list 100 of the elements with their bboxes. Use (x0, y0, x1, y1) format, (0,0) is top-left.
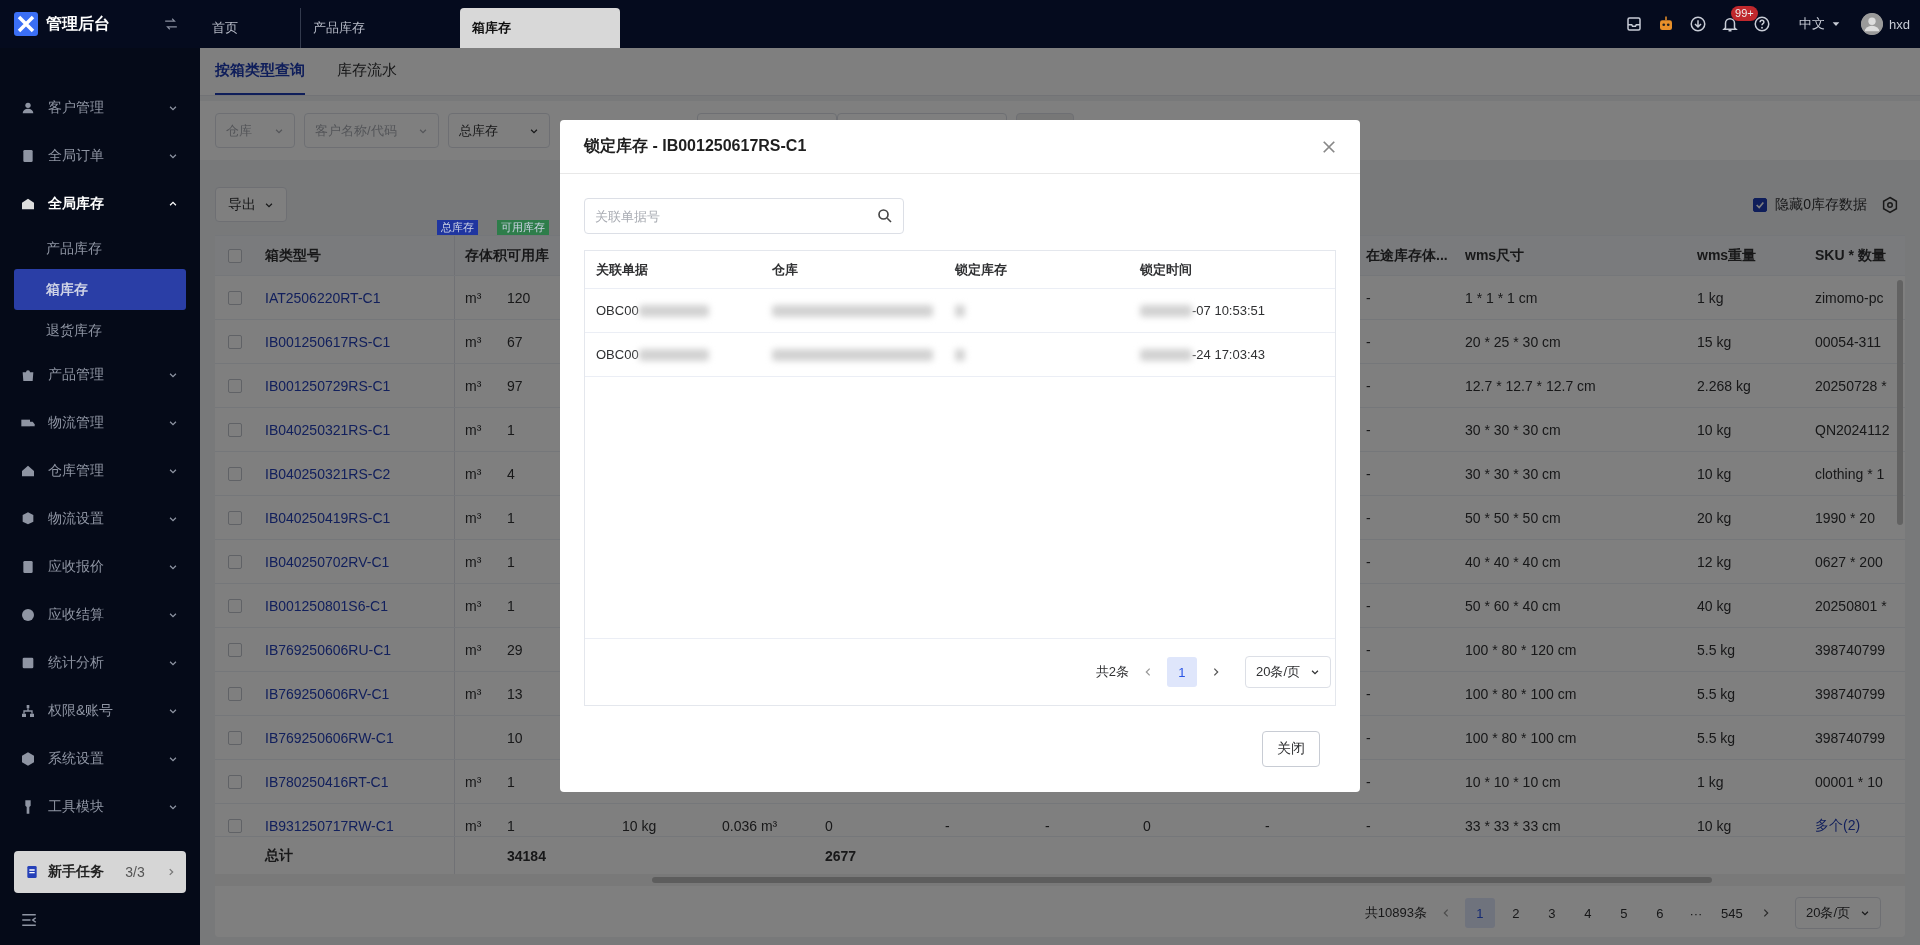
toggle-icon[interactable] (164, 17, 178, 31)
table-cell: 0.036 m³ (722, 817, 778, 834)
page-size-select[interactable]: 20条/页 (1794, 897, 1881, 929)
page-button[interactable]: 5 (1608, 898, 1639, 928)
tab[interactable]: 按箱类型查询 (215, 48, 305, 95)
blurred-text (1140, 304, 1192, 317)
menu-item[interactable]: 物流设置 (0, 495, 200, 543)
table-cell: 50 * 50 * 50 cm (1465, 509, 1561, 526)
language-dropdown[interactable]: 中文 (1793, 14, 1848, 34)
total-count: 共2条 (1095, 663, 1129, 682)
checkbox[interactable] (1753, 197, 1768, 212)
table-cell: 50 * 60 * 40 cm (1465, 597, 1561, 614)
help-icon[interactable] (1753, 15, 1772, 33)
box-type-link[interactable]: IB769250606RW-C1 (265, 729, 394, 746)
page-button[interactable]: 3 (1536, 898, 1567, 928)
scrollbar[interactable] (1897, 280, 1903, 525)
box-type-link[interactable]: IB769250606RU-C1 (265, 641, 392, 658)
table-cell: 10 * 10 * 10 cm (1465, 773, 1561, 790)
table-cell: - (1366, 333, 1371, 350)
bell-icon[interactable] (1721, 15, 1740, 33)
export-button[interactable]: 导出 (215, 187, 287, 222)
settings-icon[interactable] (1881, 195, 1899, 214)
table-cell: 30 * 30 * 30 cm (1465, 465, 1561, 482)
table-cell: 40 * 40 * 40 cm (1465, 553, 1561, 570)
table-cell: - (945, 817, 950, 834)
task-count: 3/3 (125, 863, 145, 881)
user-name[interactable]: hxd (1889, 16, 1910, 32)
blurred-text (955, 304, 965, 317)
menu-item[interactable]: 权限&账号 (0, 687, 200, 735)
box-type-link[interactable]: IB931250717RW-C1 (265, 817, 394, 834)
page-button[interactable]: 6 (1644, 898, 1675, 928)
collapse-icon[interactable] (20, 911, 38, 929)
tab[interactable]: 库存流水 (337, 48, 397, 95)
scrollbar[interactable] (652, 877, 1712, 883)
table-cell: 4 (507, 465, 515, 482)
users-icon (20, 100, 36, 116)
box-type-link[interactable]: IB040250321RS-C2 (265, 465, 391, 482)
menu-item[interactable]: 统计分析 (0, 639, 200, 687)
page-button[interactable]: 2 (1500, 898, 1531, 928)
box-type-link[interactable]: IB040250419RS-C1 (265, 509, 391, 526)
box-type-link[interactable]: IB040250702RV-C1 (265, 553, 390, 570)
table-cell: 100 * 80 * 120 cm (1465, 641, 1577, 658)
box-type-link[interactable]: IB001250729RS-C1 (265, 377, 391, 394)
menu-item[interactable]: 仓库管理 (0, 447, 200, 495)
table-cell: 20250801 * (1815, 597, 1887, 614)
table-cell: -07 10:53:51 (1192, 303, 1265, 319)
box-type-link[interactable]: IB040250321RS-C1 (265, 421, 391, 438)
table-cell: 00001 * 10 (1815, 773, 1883, 790)
page-button[interactable]: 1 (1464, 898, 1495, 928)
close-icon[interactable] (1322, 139, 1336, 154)
inbox-icon[interactable] (1625, 15, 1644, 33)
table-cell: OBC00 (596, 303, 639, 319)
page-size-select[interactable]: 20条/页 (1244, 656, 1331, 689)
table-cell: 1 (507, 421, 515, 438)
blurred-text (1140, 348, 1192, 361)
search-field[interactable]: 关联单据号 (584, 198, 904, 235)
menu-item[interactable]: 物流管理 (0, 399, 200, 447)
submenu-item[interactable]: 退货库存 (14, 310, 186, 351)
column-group-tag: 可用库存 (497, 220, 549, 235)
box-type-link[interactable]: IB001250801S6-C1 (265, 597, 388, 614)
clipboard-icon (20, 148, 36, 164)
table-cell: - (1366, 377, 1371, 394)
task-label: 新手任务 (48, 863, 104, 881)
table-cell: m³ (465, 289, 482, 306)
sku-link[interactable]: 多个(2) (1815, 816, 1861, 833)
tab[interactable]: 首页 (200, 8, 300, 48)
menu-item[interactable]: 全局订单 (0, 132, 200, 180)
submenu-item[interactable]: 产品库存 (14, 228, 186, 269)
submenu-item[interactable]: 箱库存 (14, 269, 186, 310)
menu-item[interactable]: 客户管理 (0, 84, 200, 132)
box-type-link[interactable]: IB769250606RV-C1 (265, 685, 390, 702)
menu-item[interactable]: 应收报价 (0, 543, 200, 591)
logo-icon (14, 12, 38, 36)
table-cell: - (1366, 421, 1371, 438)
checkmark-icon (1755, 199, 1766, 210)
total-cell: 34184 (507, 847, 546, 864)
box-type-link[interactable]: IB001250617RS-C1 (265, 333, 391, 350)
page-button[interactable]: ··· (1680, 898, 1711, 928)
box-type-link[interactable]: IB780250416RT-C1 (265, 773, 389, 790)
menu-item[interactable]: 工具模块 (0, 783, 200, 831)
task-card[interactable]: 新手任务 3/3 (14, 851, 186, 893)
page-button[interactable]: 545 (1716, 898, 1747, 928)
table-cell: 10 kg (1697, 421, 1732, 438)
select-field[interactable]: 总库存 (448, 113, 550, 148)
table-cell: 398740799 (1815, 685, 1886, 702)
menu-item[interactable]: 系统设置 (0, 735, 200, 783)
page-button[interactable]: 1 (1166, 657, 1197, 688)
tab[interactable]: 箱库存 (460, 8, 620, 48)
menu-item[interactable]: 全局库存 (0, 180, 200, 228)
close-button[interactable]: 关闭 (1262, 731, 1320, 768)
notification-badge: 99+ (1731, 6, 1758, 21)
table-cell: 13 (507, 685, 523, 702)
menu-item[interactable]: 应收结算 (0, 591, 200, 639)
box-type-link[interactable]: IAT2506220RT-C1 (265, 289, 381, 306)
bag-icon (20, 367, 36, 383)
avatar-icon[interactable] (1861, 13, 1884, 35)
caret-icon (1831, 19, 1842, 29)
page-button[interactable]: 4 (1572, 898, 1603, 928)
menu-item[interactable]: 产品管理 (0, 351, 200, 399)
download-icon[interactable] (1689, 15, 1708, 33)
